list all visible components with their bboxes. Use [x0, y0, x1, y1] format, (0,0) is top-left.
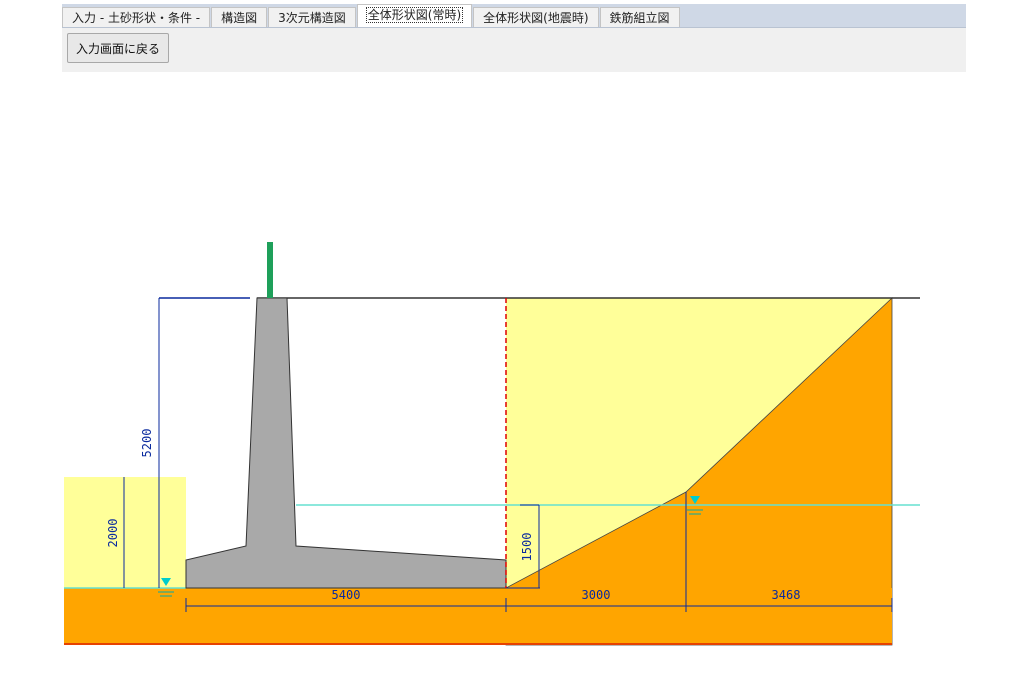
- overall-shape-drawing: 5200 2000 1500 5400 3000 3468: [64, 242, 920, 646]
- foundation-soil: [64, 588, 892, 645]
- dimension-slope-upper: 3468: [772, 588, 801, 602]
- retaining-wall: [185, 297, 507, 589]
- dimension-back-water: 1500: [520, 533, 534, 562]
- handrail: [267, 242, 273, 298]
- dimension-front-water: 2000: [106, 519, 120, 548]
- dimension-wall-height: 5200: [140, 429, 154, 458]
- dimension-slope-lower: 3000: [582, 588, 611, 602]
- front-water-area: [64, 477, 186, 588]
- dimension-heel-length: 5400: [332, 588, 361, 602]
